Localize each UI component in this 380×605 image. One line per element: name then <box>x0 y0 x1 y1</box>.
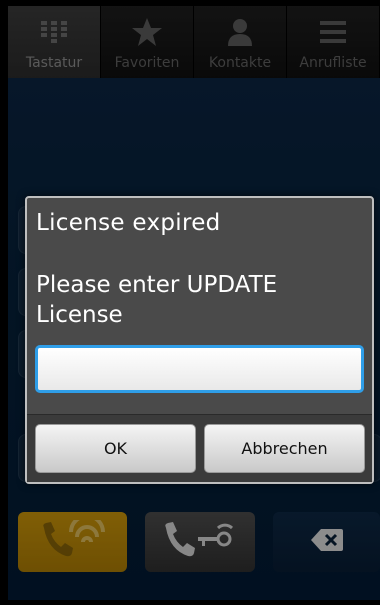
license-input[interactable] <box>35 345 364 393</box>
dialog-message: Please enter UPDATE License <box>36 272 278 328</box>
dialog-title: License expired <box>36 210 221 236</box>
license-dialog: License expired Please enter UPDATE Lice… <box>25 196 374 484</box>
ok-button[interactable]: OK <box>35 424 196 473</box>
cancel-button[interactable]: Abbrechen <box>204 424 365 473</box>
dialog-button-bar: OK Abbrechen <box>27 414 372 482</box>
